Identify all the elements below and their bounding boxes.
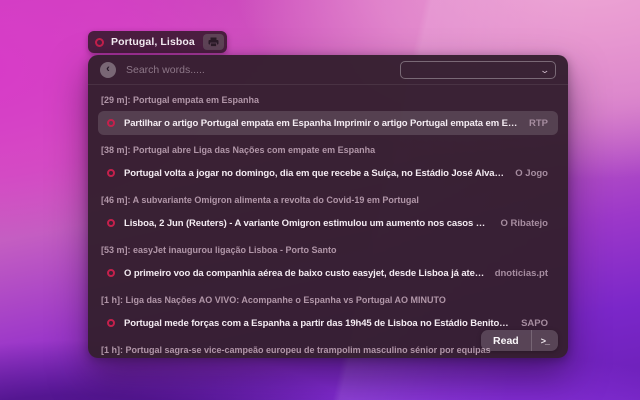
terminal-button[interactable]: >_ — [532, 330, 558, 351]
record-ring-icon — [107, 119, 115, 127]
news-row[interactable]: O primeiro voo da companhia aérea de bai… — [98, 261, 558, 285]
news-row[interactable]: Portugal volta a jogar no domingo, dia e… — [98, 161, 558, 185]
news-group-header: [1 h]: Liga das Nações AO VIVO: Acompanh… — [101, 295, 446, 305]
news-group: [1 h]: Liga das Nações AO VIVO: Acompanh… — [98, 289, 558, 335]
news-group: [53 m]: easyJet inaugurou ligação Lisboa… — [98, 239, 558, 285]
record-ring-icon — [95, 37, 104, 47]
print-button[interactable] — [202, 34, 224, 50]
record-ring-icon — [107, 269, 115, 277]
chevron-down-icon: ⌄ — [539, 64, 551, 75]
record-ring-icon — [107, 319, 115, 327]
news-row-snippet: Portugal mede forças com a Espanha a par… — [124, 317, 511, 329]
filter-dropdown[interactable]: ⌄ — [400, 61, 556, 79]
news-row[interactable]: Lisboa, 2 Jun (Reuters) - A variante Omi… — [98, 211, 558, 235]
terminal-prompt-icon: >_ — [540, 335, 550, 346]
search-input[interactable] — [126, 63, 316, 76]
news-group-header: [29 m]: Portugal empata em Espanha — [101, 95, 260, 105]
news-row-snippet: Portugal volta a jogar no domingo, dia e… — [124, 167, 505, 179]
back-button[interactable]: ‹ — [100, 61, 116, 78]
news-row-source: RTP — [529, 117, 548, 129]
news-row-source: SAPO — [521, 317, 548, 329]
news-row-source: dnoticias.pt — [494, 267, 548, 279]
record-ring-icon — [107, 169, 115, 177]
news-popup-panel: ‹ ⌄ [29 m]: Portugal empata em Espanha P… — [88, 55, 568, 358]
read-button[interactable]: Read — [481, 330, 532, 351]
location-tag-label: Portugal, Lisboa — [111, 36, 195, 48]
record-ring-icon — [107, 219, 115, 227]
news-row-snippet: Partilhar o artigo Portugal empata em Es… — [124, 117, 519, 129]
news-row-source: O Jogo — [515, 167, 548, 179]
search-bar: ‹ ⌄ — [88, 55, 568, 85]
news-group-header: [46 m]: A subvariante Omigron alimenta a… — [101, 195, 419, 205]
news-group-header: [38 m]: Portugal abre Liga das Nações co… — [101, 145, 376, 155]
location-tag[interactable]: Portugal, Lisboa — [88, 31, 227, 53]
news-row-snippet: O primeiro voo da companhia aérea de bai… — [124, 267, 485, 279]
news-group-header: [53 m]: easyJet inaugurou ligação Lisboa… — [101, 245, 337, 255]
news-group: [46 m]: A subvariante Omigron alimenta a… — [98, 189, 558, 235]
news-row[interactable]: Partilhar o artigo Portugal empata em Es… — [98, 111, 558, 135]
news-feed-list: [29 m]: Portugal empata em Espanha Parti… — [88, 85, 568, 358]
news-row-source: O Ribatejo — [500, 217, 548, 229]
read-split-button: Read >_ — [481, 330, 558, 351]
back-chevron-icon: ‹ — [106, 62, 110, 75]
news-group: [38 m]: Portugal abre Liga das Nações co… — [98, 139, 558, 185]
printer-icon — [208, 37, 219, 47]
news-group: [29 m]: Portugal empata em Espanha Parti… — [98, 89, 558, 135]
news-row-snippet: Lisboa, 2 Jun (Reuters) - A variante Omi… — [124, 217, 490, 229]
